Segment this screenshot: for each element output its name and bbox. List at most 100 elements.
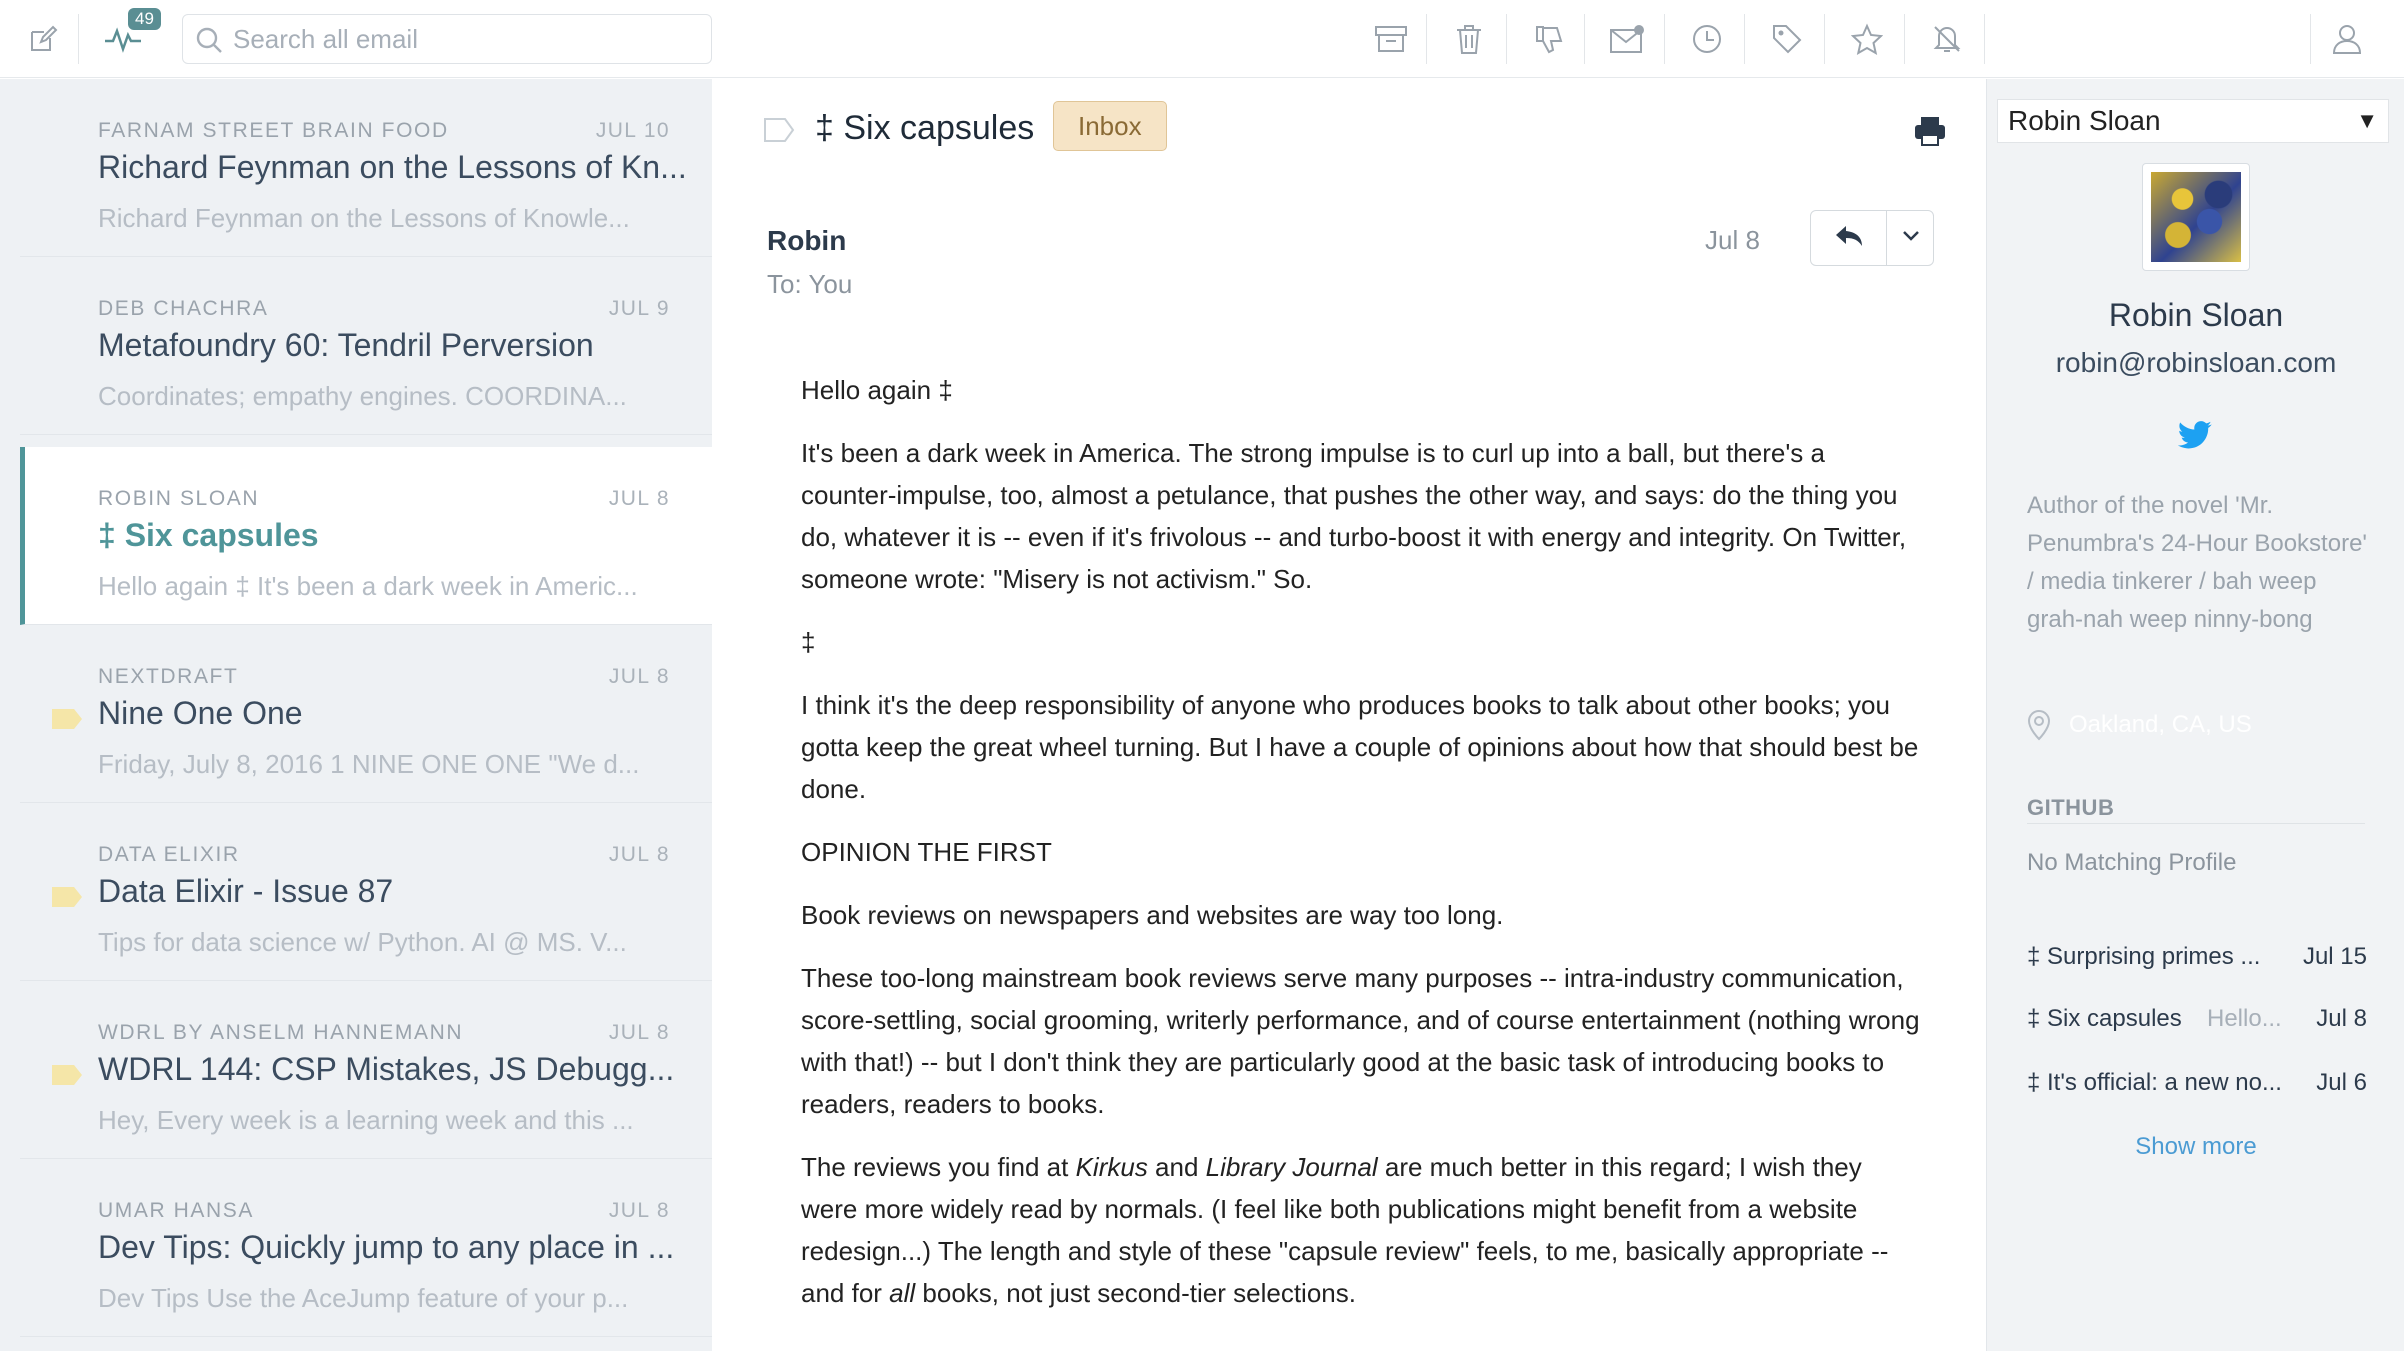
github-status: No Matching Profile bbox=[2027, 849, 2237, 876]
message-sender: DEB CHACHRA bbox=[98, 297, 269, 320]
contact-location: Oakland, CA, US bbox=[2069, 711, 2252, 738]
contact-selector[interactable]: Robin Sloan ▼ bbox=[1997, 99, 2389, 143]
message-snippet: Tips for data science w/ Python. AI @ MS… bbox=[98, 927, 627, 957]
clock-icon[interactable] bbox=[1682, 14, 1732, 64]
email-paragraph: I think it's the deep responsibility of … bbox=[801, 690, 1919, 804]
top-toolbar: 49 bbox=[0, 0, 2404, 78]
message-snippet: Hello again ‡ It's been a dark week in A… bbox=[98, 571, 638, 601]
search-input[interactable] bbox=[233, 15, 703, 63]
message-subject: Data Elixir - Issue 87 bbox=[98, 873, 394, 909]
tag-icon bbox=[50, 1063, 84, 1092]
trash-icon[interactable] bbox=[1444, 14, 1494, 64]
email-date: Jul 8 bbox=[1705, 225, 1760, 255]
email-paragraph: Book reviews on newspapers and websites … bbox=[801, 900, 1504, 930]
contact-name: Robin Sloan bbox=[2108, 297, 2284, 333]
reply-button[interactable] bbox=[1811, 211, 1887, 265]
message-snippet: Coordinates; empathy engines. COORDINA..… bbox=[98, 381, 627, 411]
message-date: JUL 9 bbox=[608, 297, 670, 320]
message-subject: Metafoundry 60: Tendril Perversion bbox=[98, 327, 594, 363]
envelope-icon[interactable] bbox=[1602, 14, 1652, 64]
email-paragraph: Hello again ‡ bbox=[801, 375, 953, 405]
list-item[interactable]: WDRL BY ANSELM HANNEMANN JUL 8 WDRL 144:… bbox=[20, 981, 712, 1159]
select-checkbox-icon[interactable] bbox=[763, 117, 795, 148]
compose-icon[interactable] bbox=[18, 14, 68, 64]
related-thread[interactable]: ‡ Six capsules Hello... Jul 8 bbox=[2027, 1005, 2367, 1041]
related-thread[interactable]: ‡ It's official: a new no... Jul 6 bbox=[2027, 1069, 2367, 1105]
reply-icon bbox=[1834, 224, 1864, 253]
message-snippet: Richard Feynman on the Lessons of Knowle… bbox=[98, 203, 630, 233]
mute-icon[interactable] bbox=[1922, 14, 1972, 64]
message-subject: Nine One One bbox=[98, 695, 303, 731]
message-date: JUL 8 bbox=[608, 1199, 670, 1222]
list-item[interactable]: NEXTDRAFT JUL 8 Nine One One Friday, Jul… bbox=[20, 625, 712, 803]
email-paragraph: ‡ bbox=[801, 627, 816, 657]
message-sender: WDRL BY ANSELM HANNEMANN bbox=[98, 1021, 464, 1044]
contact-selector-value: Robin Sloan bbox=[2008, 105, 2161, 136]
thumbs-down-icon[interactable] bbox=[1524, 14, 1574, 64]
message-snippet: Dev Tips Use the AceJump feature of your… bbox=[98, 1283, 629, 1313]
message-subject: WDRL 144: CSP Mistakes, JS Debugg... bbox=[98, 1051, 675, 1087]
print-icon[interactable] bbox=[1913, 115, 1947, 152]
twitter-icon[interactable] bbox=[2177, 421, 2213, 456]
thread-date: Jul 6 bbox=[2316, 1069, 2367, 1096]
avatar bbox=[2142, 163, 2250, 271]
thread-title: ‡ Surprising primes ... bbox=[2027, 943, 2261, 970]
thread-date: Jul 8 bbox=[2316, 1005, 2367, 1032]
email-body: Hello again ‡ It's been a dark week in A… bbox=[801, 369, 1921, 1335]
thread-snippet: Hello... bbox=[2207, 1005, 2282, 1032]
email-paragraph: These too-long mainstream book reviews s… bbox=[801, 963, 1920, 1119]
dropdown-arrow-icon: ▼ bbox=[2356, 108, 2378, 133]
message-sender: NEXTDRAFT bbox=[98, 665, 239, 688]
search-icon bbox=[195, 26, 223, 59]
message-list: FARNAM STREET BRAIN FOOD JUL 10 Richard … bbox=[0, 79, 712, 1351]
thread-title: ‡ Six capsules bbox=[2027, 1005, 2182, 1032]
inbox-label-badge[interactable]: Inbox bbox=[1053, 101, 1167, 151]
list-item[interactable]: FARNAM STREET BRAIN FOOD JUL 10 Richard … bbox=[20, 79, 712, 257]
github-heading: GITHUB bbox=[2027, 795, 2115, 820]
email-heading: OPINION THE FIRST bbox=[801, 837, 1052, 867]
reply-options-button[interactable] bbox=[1888, 211, 1934, 265]
reply-button-group bbox=[1810, 210, 1934, 266]
list-item[interactable]: UMAR HANSA JUL 8 Dev Tips: Quickly jump … bbox=[20, 1159, 712, 1337]
message-subject: Dev Tips: Quickly jump to any place in .… bbox=[98, 1229, 675, 1265]
message-sender: UMAR HANSA bbox=[98, 1199, 255, 1222]
tag-icon bbox=[50, 707, 84, 736]
tag-icon bbox=[50, 885, 84, 914]
message-date: JUL 8 bbox=[608, 487, 670, 510]
person-icon[interactable] bbox=[2322, 14, 2372, 64]
show-more-link[interactable]: Show more bbox=[1987, 1133, 2404, 1161]
message-date: JUL 10 bbox=[595, 119, 670, 142]
star-icon[interactable] bbox=[1842, 14, 1892, 64]
unread-count-badge: 49 bbox=[128, 8, 161, 30]
message-snippet: Friday, July 8, 2016 1 NINE ONE ONE "We … bbox=[98, 749, 640, 779]
email-title: ‡ Six capsules bbox=[815, 109, 1035, 147]
message-date: JUL 8 bbox=[608, 843, 670, 866]
message-subject: Richard Feynman on the Lessons of Kn... bbox=[98, 149, 687, 185]
contact-bio: Author of the novel 'Mr. Penumbra's 24-H… bbox=[2027, 492, 2367, 633]
search-bar[interactable] bbox=[182, 14, 712, 64]
message-sender: ROBIN SLOAN bbox=[98, 487, 260, 510]
related-thread[interactable]: ‡ Surprising primes ... Jul 15 bbox=[2027, 943, 2367, 979]
list-item-selected[interactable]: ROBIN SLOAN JUL 8 ‡ Six capsules Hello a… bbox=[20, 447, 712, 625]
message-date: JUL 8 bbox=[608, 665, 670, 688]
tag-icon[interactable] bbox=[1762, 14, 1812, 64]
email-paragraph: It's been a dark week in America. The st… bbox=[801, 438, 1907, 594]
message-sender: FARNAM STREET BRAIN FOOD bbox=[98, 119, 449, 142]
archive-icon[interactable] bbox=[1366, 14, 1416, 64]
list-item[interactable]: DATA ELIXIR JUL 8 Data Elixir - Issue 87… bbox=[20, 803, 712, 981]
message-snippet: Hey, Every week is a learning week and t… bbox=[98, 1105, 634, 1135]
message-subject: ‡ Six capsules bbox=[98, 517, 319, 553]
reading-pane: ‡ Six capsules Inbox Robin To: You Jul 8… bbox=[713, 79, 1985, 1351]
location-pin-icon bbox=[2027, 709, 2051, 746]
thread-title: ‡ It's official: a new no... bbox=[2027, 1069, 2282, 1096]
message-date: JUL 8 bbox=[608, 1021, 670, 1044]
contact-email[interactable]: robin@robinsloan.com bbox=[1987, 347, 2404, 379]
contact-sidebar: Robin Sloan ▼ Robin Sloan robin@robinslo… bbox=[1986, 79, 2404, 1351]
email-paragraph: The reviews you find at Kirkus and Libra… bbox=[801, 1152, 1889, 1308]
email-to: To: You bbox=[767, 269, 853, 299]
chevron-down-icon bbox=[1902, 229, 1920, 247]
thread-date: Jul 15 bbox=[2302, 943, 2367, 970]
message-sender: DATA ELIXIR bbox=[98, 843, 240, 866]
list-item[interactable]: DEB CHACHRA JUL 9 Metafoundry 60: Tendri… bbox=[20, 257, 712, 435]
email-from: Robin bbox=[767, 225, 847, 256]
